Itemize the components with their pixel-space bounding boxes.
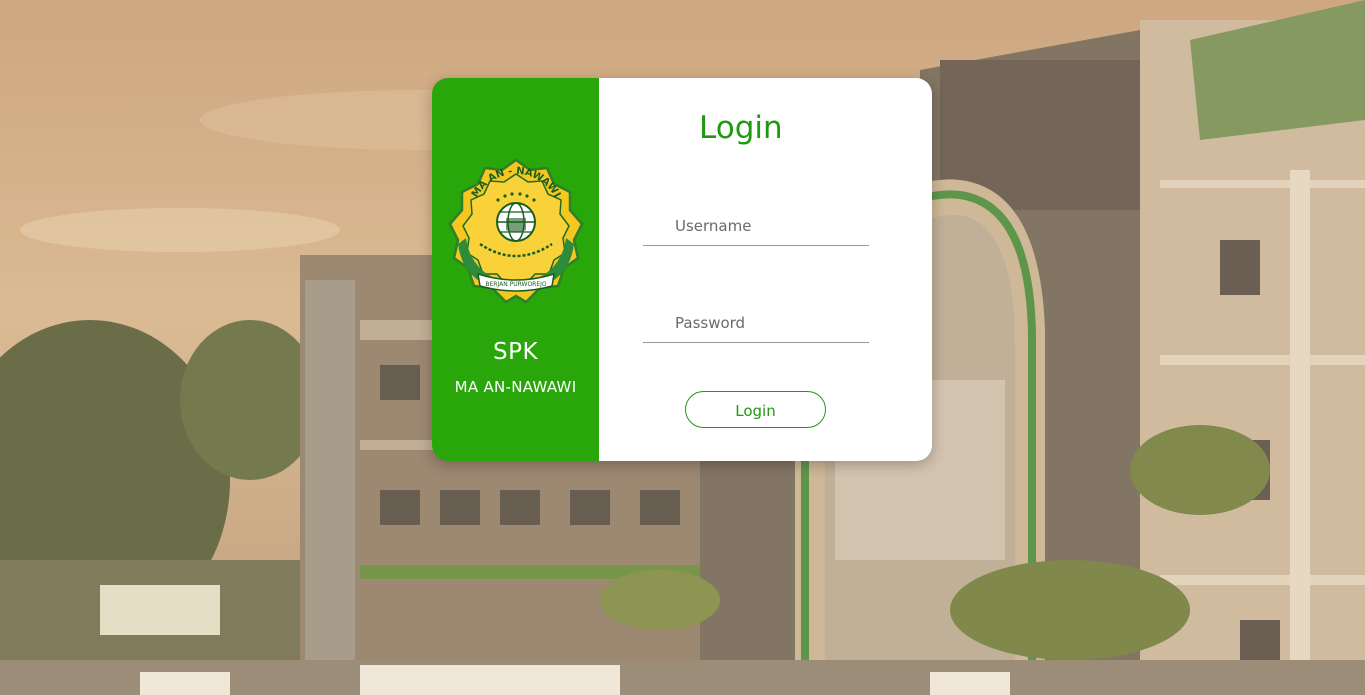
logo-ribbon-text: BERJAN PURWOREJO <box>485 281 547 288</box>
login-card: MA AN - NAWAWI BERJAN PURWOREJO SPK MA A… <box>432 78 932 461</box>
password-field <box>643 304 869 343</box>
brand-panel: MA AN - NAWAWI BERJAN PURWOREJO SPK MA A… <box>432 78 599 461</box>
login-button[interactable]: Login <box>685 391 826 428</box>
login-title: Login <box>699 110 783 146</box>
app-name: SPK <box>492 339 539 365</box>
password-input[interactable] <box>643 304 869 342</box>
school-logo: MA AN - NAWAWI BERJAN PURWOREJO <box>448 158 584 304</box>
login-form-panel: Login Login <box>599 78 932 461</box>
username-input[interactable] <box>643 207 869 245</box>
school-name: MA AN-NAWAWI <box>454 378 577 396</box>
username-field <box>643 207 869 246</box>
